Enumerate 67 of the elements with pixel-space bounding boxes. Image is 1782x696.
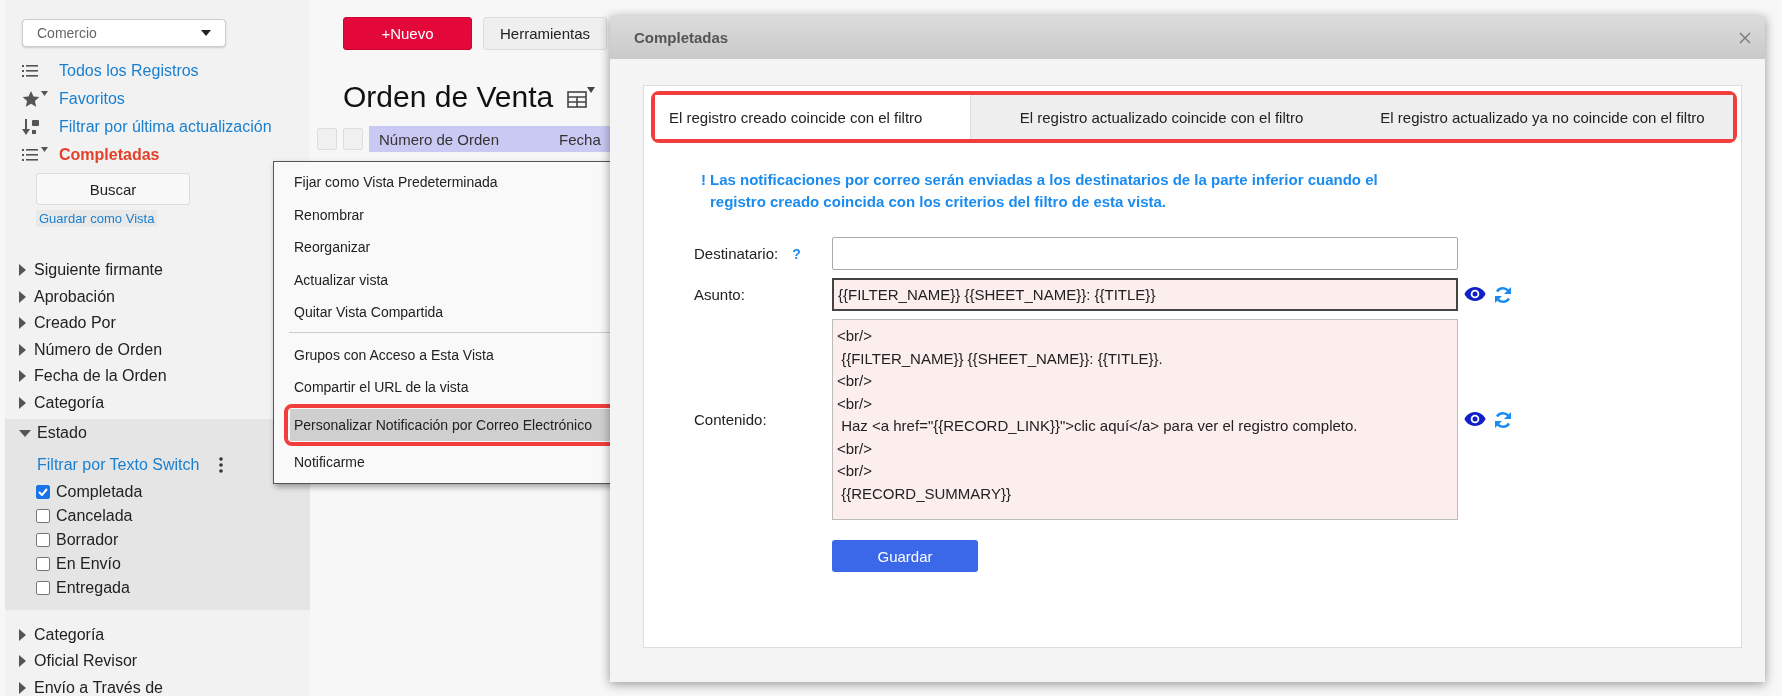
view-link[interactable]: Filtrar por última actualización xyxy=(59,118,272,136)
notice-text: Las notificaciones por correo serán enviadas a los destinatarios de la parte inferior cuando el registro creado coincida con los criterios del filtro de esta vista. xyxy=(710,170,1379,212)
refresh-icon[interactable] xyxy=(1494,410,1512,429)
filter-label[interactable]: Aprobación xyxy=(34,287,115,306)
preview-icon[interactable] xyxy=(1464,410,1486,427)
expand-triangle-icon[interactable] xyxy=(19,655,26,668)
checkbox[interactable] xyxy=(36,556,50,571)
subject-field[interactable]: {{FILTER_NAME}} {{SHEET_NAME}}: {{TITLE}} xyxy=(832,278,1458,311)
expand-triangle-icon[interactable] xyxy=(19,681,26,694)
filter-label[interactable]: Fecha de la Orden xyxy=(34,367,167,386)
app-dropdown[interactable]: Comercio xyxy=(22,19,226,47)
view-link[interactable]: Todos los Registros xyxy=(59,62,199,80)
tab[interactable]: El registro creado coincide con el filtro xyxy=(655,95,971,139)
close-icon[interactable] xyxy=(1739,31,1751,44)
filter-label[interactable]: Creado Por xyxy=(34,314,116,333)
collapse-triangle-icon[interactable] xyxy=(19,429,31,437)
save-view-link[interactable]: Guardar como Vista xyxy=(36,210,158,227)
column-header[interactable]: Fecha xyxy=(559,130,601,148)
filter-label[interactable]: Categoría xyxy=(34,393,105,412)
view-link[interactable]: Completadas xyxy=(59,146,160,164)
refresh-icon[interactable] xyxy=(1494,285,1512,304)
option-label: Cancelada xyxy=(56,506,133,525)
more-options-icon xyxy=(219,456,224,473)
expand-triangle-icon[interactable] xyxy=(19,317,26,330)
filter-label[interactable]: Oficial Revisor xyxy=(34,652,138,671)
column-header[interactable]: Número de Orden xyxy=(379,130,500,148)
star-icon xyxy=(22,90,48,108)
filter-label[interactable]: Número de Orden xyxy=(34,340,163,359)
table-view-icon xyxy=(567,85,596,109)
option-label: Completada xyxy=(56,482,143,501)
help-link[interactable]: ? xyxy=(792,245,801,262)
checkbox[interactable] xyxy=(36,580,50,595)
checkbox[interactable] xyxy=(36,508,50,523)
expand-triangle-icon[interactable] xyxy=(19,370,26,383)
expand-triangle-icon[interactable] xyxy=(19,396,26,409)
filter-label[interactable]: Envío a Través de xyxy=(34,678,163,696)
preview-icon[interactable] xyxy=(1464,285,1486,302)
field-label: Destinatario: xyxy=(694,245,779,262)
content-field[interactable]: <br/> {{FILTER_NAME}} {{SHEET_NAME}}: {{TITLE}}. <br/> <br/> Haz <a href="{{RECORD_LINK}}">clic aquí</a> para ver el registro completo. <br/> <br/> {{RECORD_SUMMARY}} xyxy=(832,319,1458,520)
search-button[interactable]: Buscar xyxy=(36,173,190,205)
expand-triangle-icon[interactable] xyxy=(19,264,26,277)
sort-icon xyxy=(22,118,40,136)
expand-triangle-icon[interactable] xyxy=(19,343,26,356)
recipient-field[interactable] xyxy=(832,237,1458,270)
new-button[interactable]: +Nuevo xyxy=(343,17,472,50)
option-label: En Envío xyxy=(56,554,121,573)
list-icon xyxy=(22,64,38,78)
filter-label[interactable]: Estado xyxy=(37,424,87,443)
caret-icon xyxy=(201,30,211,36)
view-link[interactable]: Favoritos xyxy=(59,90,125,108)
tools-button[interactable]: Herramientas xyxy=(483,17,607,50)
notice-mark: ! xyxy=(701,170,706,190)
option-label: Entregada xyxy=(56,578,130,597)
option-label: Borrador xyxy=(56,530,119,549)
checkmark-icon xyxy=(38,487,48,496)
list-filter-icon xyxy=(22,147,48,163)
field-label: Contenido: xyxy=(694,411,767,428)
checkbox[interactable] xyxy=(36,484,50,499)
dialog-title: Completadas xyxy=(634,29,729,46)
save-button[interactable]: Guardar xyxy=(832,540,978,572)
checkbox[interactable] xyxy=(36,532,50,547)
expand-triangle-icon[interactable] xyxy=(19,290,26,303)
field-label: Asunto: xyxy=(694,286,745,303)
page-title: Orden de Venta xyxy=(343,80,554,114)
expand-triangle-icon[interactable] xyxy=(19,628,26,641)
filter-label[interactable]: Categoría xyxy=(34,625,105,644)
filter-label[interactable]: Siguiente firmante xyxy=(34,261,163,280)
